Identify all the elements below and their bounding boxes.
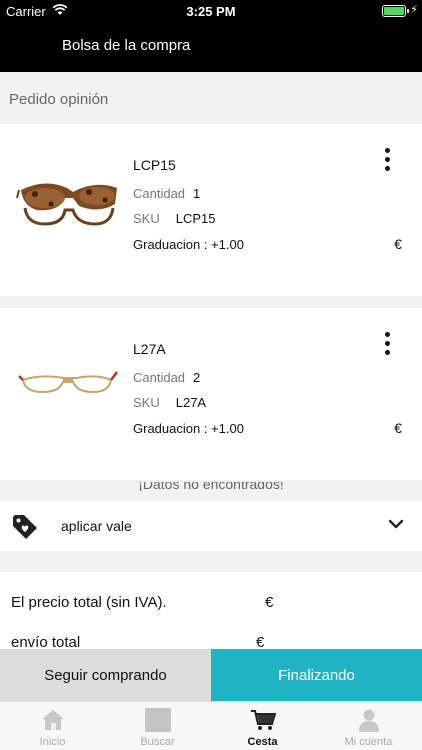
continue-shopping-button[interactable]: Seguir comprando [0,649,211,701]
product-name: LCP15 [133,157,176,173]
search-icon [145,708,171,732]
section-header: Pedido opinión [0,72,422,124]
page-title: Bolsa de la compra [62,37,191,54]
tab-label: Mi cuenta [344,736,393,748]
not-found-message: ¡Datos no encontrados! [138,482,284,492]
more-options-icon[interactable] [382,332,392,358]
item-price: € [394,420,402,436]
product-name: L27A [133,341,166,357]
tab-label: Cesta [247,736,278,748]
checkout-button[interactable]: Finalizando [211,649,422,701]
tag-heart-icon [13,515,37,539]
sku-row: SKU LCP15 [133,211,215,226]
quantity-value: 1 [193,186,201,201]
graduation-value: Graduacion : +1.00 [133,237,244,252]
sku-value: L27A [175,395,207,410]
user-icon [359,709,379,732]
more-options-icon[interactable] [382,148,392,174]
chevron-down-icon[interactable] [388,518,404,530]
apply-voucher-label: aplicar vale [61,518,132,534]
quantity-row: Cantidad 2 [133,370,200,385]
battery-icon [382,5,409,17]
charging-icon: ⚡ [410,4,418,16]
cart-item[interactable]: LCP15 Cantidad 1 SKU LCP15 Graduacion : +1… [0,124,422,296]
home-icon [42,710,64,730]
shipping-total-value: € [256,634,265,649]
cart-icon [251,710,276,730]
tab-bar: Inicio Buscar Cesta Mi cuenta [0,701,422,750]
tab-label: Inicio [39,736,66,748]
sku-label: SKU [133,211,160,226]
sku-value: LCP15 [175,211,216,226]
apply-voucher-row[interactable]: aplicar vale [0,501,422,551]
action-bar: Seguir comprando Finalizando [0,649,422,701]
sku-row: SKU L27A [133,395,206,410]
tab-mi-cuenta[interactable]: Mi cuenta [316,702,421,750]
section-title: Pedido opinión [9,91,109,108]
total-net-value: € [265,594,274,611]
totals-panel: El precio total (sin IVA). € envío total… [0,572,422,649]
sku-label: SKU [133,395,160,410]
tab-buscar[interactable]: Buscar [105,702,210,750]
tab-inicio[interactable]: Inicio [0,702,105,750]
product-image [18,371,118,394]
product-image [16,183,117,226]
quantity-row: Cantidad 1 [133,186,200,201]
tab-cesta[interactable]: Cesta [210,702,315,750]
tab-label: Buscar [140,736,175,748]
status-bar: Carrier 3:25 PM ⚡ [0,0,422,22]
graduation-value: Graduacion : +1.00 [133,421,244,436]
nav-bar: Bolsa de la compra [0,22,422,72]
item-price: € [394,236,402,252]
cart-content[interactable]: Pedido opinión LCP15 Cantidad 1 SKU LCP15 … [0,72,422,649]
cart-item[interactable]: L27A Cantidad 2 SKU L27A Graduacion : +1.0… [0,308,422,480]
total-net-label: El precio total (sin IVA). [11,594,167,611]
status-time: 3:25 PM [186,4,236,19]
shipping-total-label: envío total [11,634,81,649]
quantity-value: 2 [193,370,201,385]
quantity-label: Cantidad [133,186,186,201]
quantity-label: Cantidad [133,370,186,385]
